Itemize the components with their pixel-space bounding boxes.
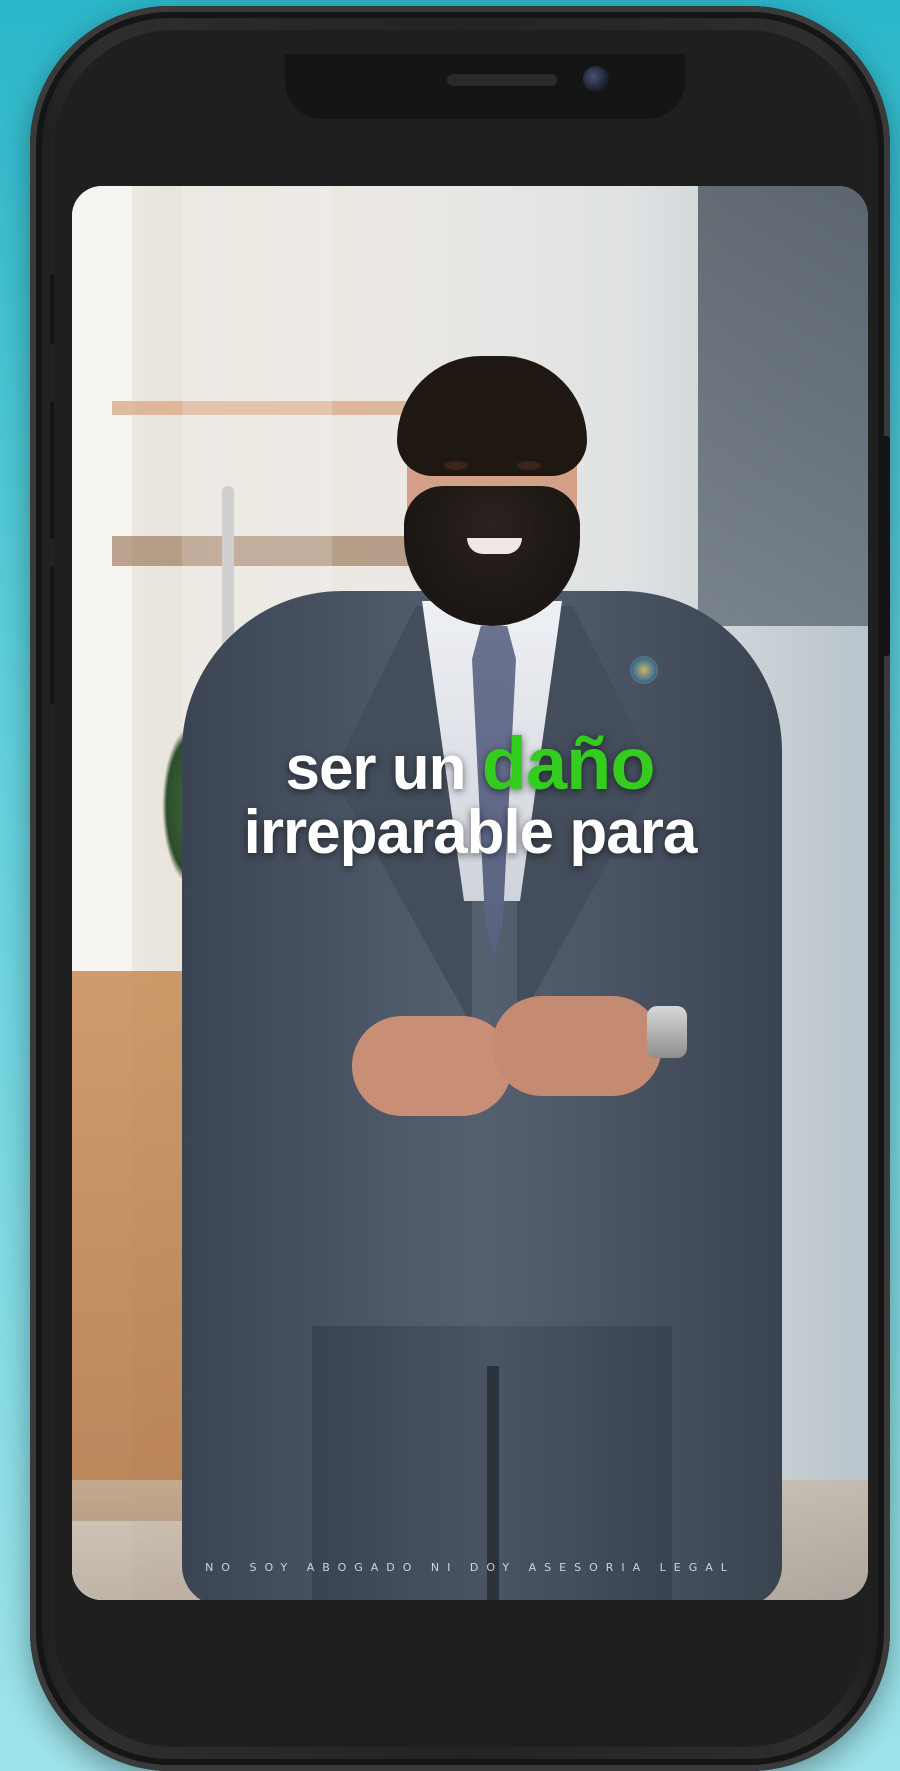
caption-line-1: ser un daño <box>72 726 868 801</box>
presenter-hair <box>397 356 587 476</box>
legal-disclaimer: NO SOY ABOGADO NI DOY ASESORIA LEGAL <box>205 1561 735 1574</box>
presenter-hand-right <box>492 996 662 1096</box>
video-screen[interactable]: ser un daño irreparable para NO SOY ABOG… <box>72 186 868 1600</box>
caption-highlight-word: daño <box>481 722 656 805</box>
video-captions: ser un daño irreparable para <box>72 726 868 865</box>
presenter-eye <box>444 461 468 470</box>
caption-prefix: ser un <box>285 734 482 803</box>
earpiece-speaker <box>447 74 557 86</box>
lapel-pin-icon <box>630 656 658 684</box>
wristwatch-icon <box>647 1006 687 1058</box>
presenter-eye <box>517 461 541 470</box>
presenter-hands <box>352 996 672 1126</box>
presenter-mouth <box>467 538 522 554</box>
front-camera-icon <box>583 66 609 92</box>
phone-notch <box>285 54 685 119</box>
power-button <box>882 436 890 656</box>
caption-line-2: irreparable para <box>243 798 698 868</box>
presenter-hand-left <box>352 1016 512 1116</box>
presenter <box>182 356 782 1600</box>
